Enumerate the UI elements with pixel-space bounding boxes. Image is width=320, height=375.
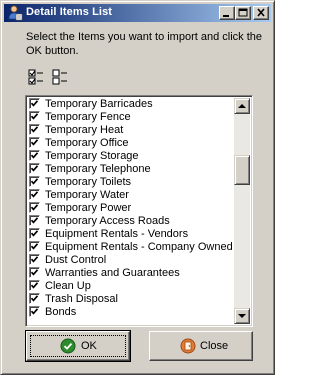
item-label: Temporary Toilets bbox=[45, 176, 131, 188]
checkmark-icon bbox=[30, 139, 39, 146]
check-icon bbox=[60, 338, 76, 354]
checkmark-icon bbox=[30, 113, 39, 120]
checkmark-icon bbox=[30, 230, 39, 237]
item-checkbox[interactable] bbox=[29, 189, 40, 200]
item-checkbox[interactable] bbox=[29, 228, 40, 239]
checklist-item[interactable]: Temporary Power bbox=[28, 202, 234, 215]
checklist-item[interactable]: Temporary Fence bbox=[28, 111, 234, 124]
item-checkbox[interactable] bbox=[29, 111, 40, 122]
checklist-item[interactable]: Bonds bbox=[28, 306, 234, 319]
dialog-window: Detail Items List Select the Items you w… bbox=[0, 0, 275, 375]
checklist-item[interactable]: Temporary Storage bbox=[28, 150, 234, 163]
item-checkbox[interactable] bbox=[29, 176, 40, 187]
checklist-item[interactable]: Temporary Heat bbox=[28, 124, 234, 137]
item-checkbox[interactable] bbox=[29, 280, 40, 291]
window-title: Detail Items List bbox=[26, 6, 113, 18]
item-label: Temporary Telephone bbox=[45, 163, 151, 175]
arrow-down-icon bbox=[238, 314, 246, 318]
scroll-up-button[interactable] bbox=[234, 98, 250, 114]
item-label: Equipment Rentals - Company Owned bbox=[45, 241, 233, 253]
item-label: Temporary Heat bbox=[45, 124, 124, 136]
scroll-down-button[interactable] bbox=[234, 308, 250, 324]
checkmark-icon bbox=[30, 178, 39, 185]
checkmark-icon bbox=[30, 204, 39, 211]
items-checklist[interactable]: Temporary Barricades Temporary Fence Tempo… bbox=[25, 95, 253, 327]
item-checkbox[interactable] bbox=[29, 241, 40, 252]
item-checkbox[interactable] bbox=[29, 215, 40, 226]
checklist-item[interactable]: Temporary Telephone bbox=[28, 163, 234, 176]
checkmark-icon bbox=[30, 308, 39, 315]
item-checkbox[interactable] bbox=[29, 202, 40, 213]
checkmark-icon bbox=[30, 191, 39, 198]
item-checkbox[interactable] bbox=[29, 98, 40, 109]
item-label: Temporary Water bbox=[45, 189, 129, 201]
checkmark-icon bbox=[30, 100, 39, 107]
scrollbar-thumb[interactable] bbox=[234, 155, 250, 185]
checkmark-icon bbox=[30, 126, 39, 133]
close-button[interactable]: Close bbox=[149, 331, 253, 361]
close-window-button[interactable] bbox=[253, 6, 269, 20]
checkmark-icon bbox=[30, 282, 39, 289]
item-checkbox[interactable] bbox=[29, 267, 40, 278]
checklist-item[interactable]: Equipment Rentals - Vendors bbox=[28, 228, 234, 241]
checklist-item[interactable]: Clean Up bbox=[28, 280, 234, 293]
item-label: Temporary Access Roads bbox=[45, 215, 170, 227]
title-bar[interactable]: Detail Items List bbox=[4, 4, 271, 22]
item-label: Warranties and Guarantees bbox=[45, 267, 180, 279]
item-label: Trash Disposal bbox=[45, 293, 118, 305]
item-checkbox[interactable] bbox=[29, 124, 40, 135]
minimize-icon bbox=[223, 15, 229, 17]
item-checkbox[interactable] bbox=[29, 137, 40, 148]
item-checkbox[interactable] bbox=[29, 293, 40, 304]
item-checkbox[interactable] bbox=[29, 150, 40, 161]
arrow-up-icon bbox=[238, 104, 246, 108]
checkmark-icon bbox=[30, 256, 39, 263]
item-checkbox[interactable] bbox=[29, 254, 40, 265]
deselect-all-icon bbox=[52, 69, 67, 85]
item-label: Equipment Rentals - Vendors bbox=[45, 228, 189, 240]
item-checkbox[interactable] bbox=[29, 163, 40, 174]
exit-icon bbox=[180, 338, 196, 354]
item-label: Temporary Storage bbox=[45, 150, 139, 162]
checklist-item[interactable]: Temporary Toilets bbox=[28, 176, 234, 189]
checkmark-icon bbox=[30, 269, 39, 276]
ok-label: OK bbox=[81, 340, 97, 352]
minimize-button[interactable] bbox=[219, 6, 235, 20]
checklist-item[interactable]: Equipment Rentals - Company Owned bbox=[28, 241, 234, 254]
instruction-text: Select the Items you want to import and … bbox=[26, 31, 263, 57]
checklist-item[interactable]: Temporary Water bbox=[28, 189, 234, 202]
checklist-item[interactable]: Warranties and Guarantees bbox=[28, 267, 234, 280]
checklist-item[interactable]: Temporary Office bbox=[28, 137, 234, 150]
maximize-button[interactable] bbox=[235, 6, 251, 20]
item-label: Clean Up bbox=[45, 280, 91, 292]
checklist-item[interactable]: Dust Control bbox=[28, 254, 234, 267]
checkmark-icon bbox=[30, 295, 39, 302]
item-label: Temporary Office bbox=[45, 137, 129, 149]
close-icon bbox=[257, 8, 265, 17]
checkmark-icon bbox=[30, 152, 39, 159]
ok-button[interactable]: OK bbox=[25, 330, 131, 362]
item-checkbox[interactable] bbox=[29, 306, 40, 317]
item-label: Temporary Barricades bbox=[45, 98, 153, 110]
checkmark-icon bbox=[30, 217, 39, 224]
select-all-button[interactable] bbox=[27, 68, 45, 86]
checklist-item[interactable]: Trash Disposal bbox=[28, 293, 234, 306]
checklist-item[interactable]: Temporary Access Roads bbox=[28, 215, 234, 228]
item-label: Bonds bbox=[45, 306, 77, 318]
list-app-icon bbox=[7, 5, 23, 21]
checklist-item[interactable]: Temporary Barricades bbox=[28, 98, 234, 111]
focus-rect bbox=[30, 335, 126, 357]
deselect-all-button[interactable] bbox=[51, 68, 69, 86]
item-label: Temporary Fence bbox=[45, 111, 131, 123]
item-label: Temporary Power bbox=[45, 202, 132, 214]
close-label: Close bbox=[200, 340, 229, 352]
items-rows: Temporary Barricades Temporary Fence Tempo… bbox=[28, 98, 234, 319]
item-label: Dust Control bbox=[45, 254, 107, 266]
checkmark-icon bbox=[30, 243, 39, 250]
vertical-scrollbar[interactable] bbox=[234, 98, 250, 324]
maximize-icon bbox=[238, 8, 248, 17]
select-all-icon bbox=[28, 69, 43, 85]
checkmark-icon bbox=[30, 165, 39, 172]
